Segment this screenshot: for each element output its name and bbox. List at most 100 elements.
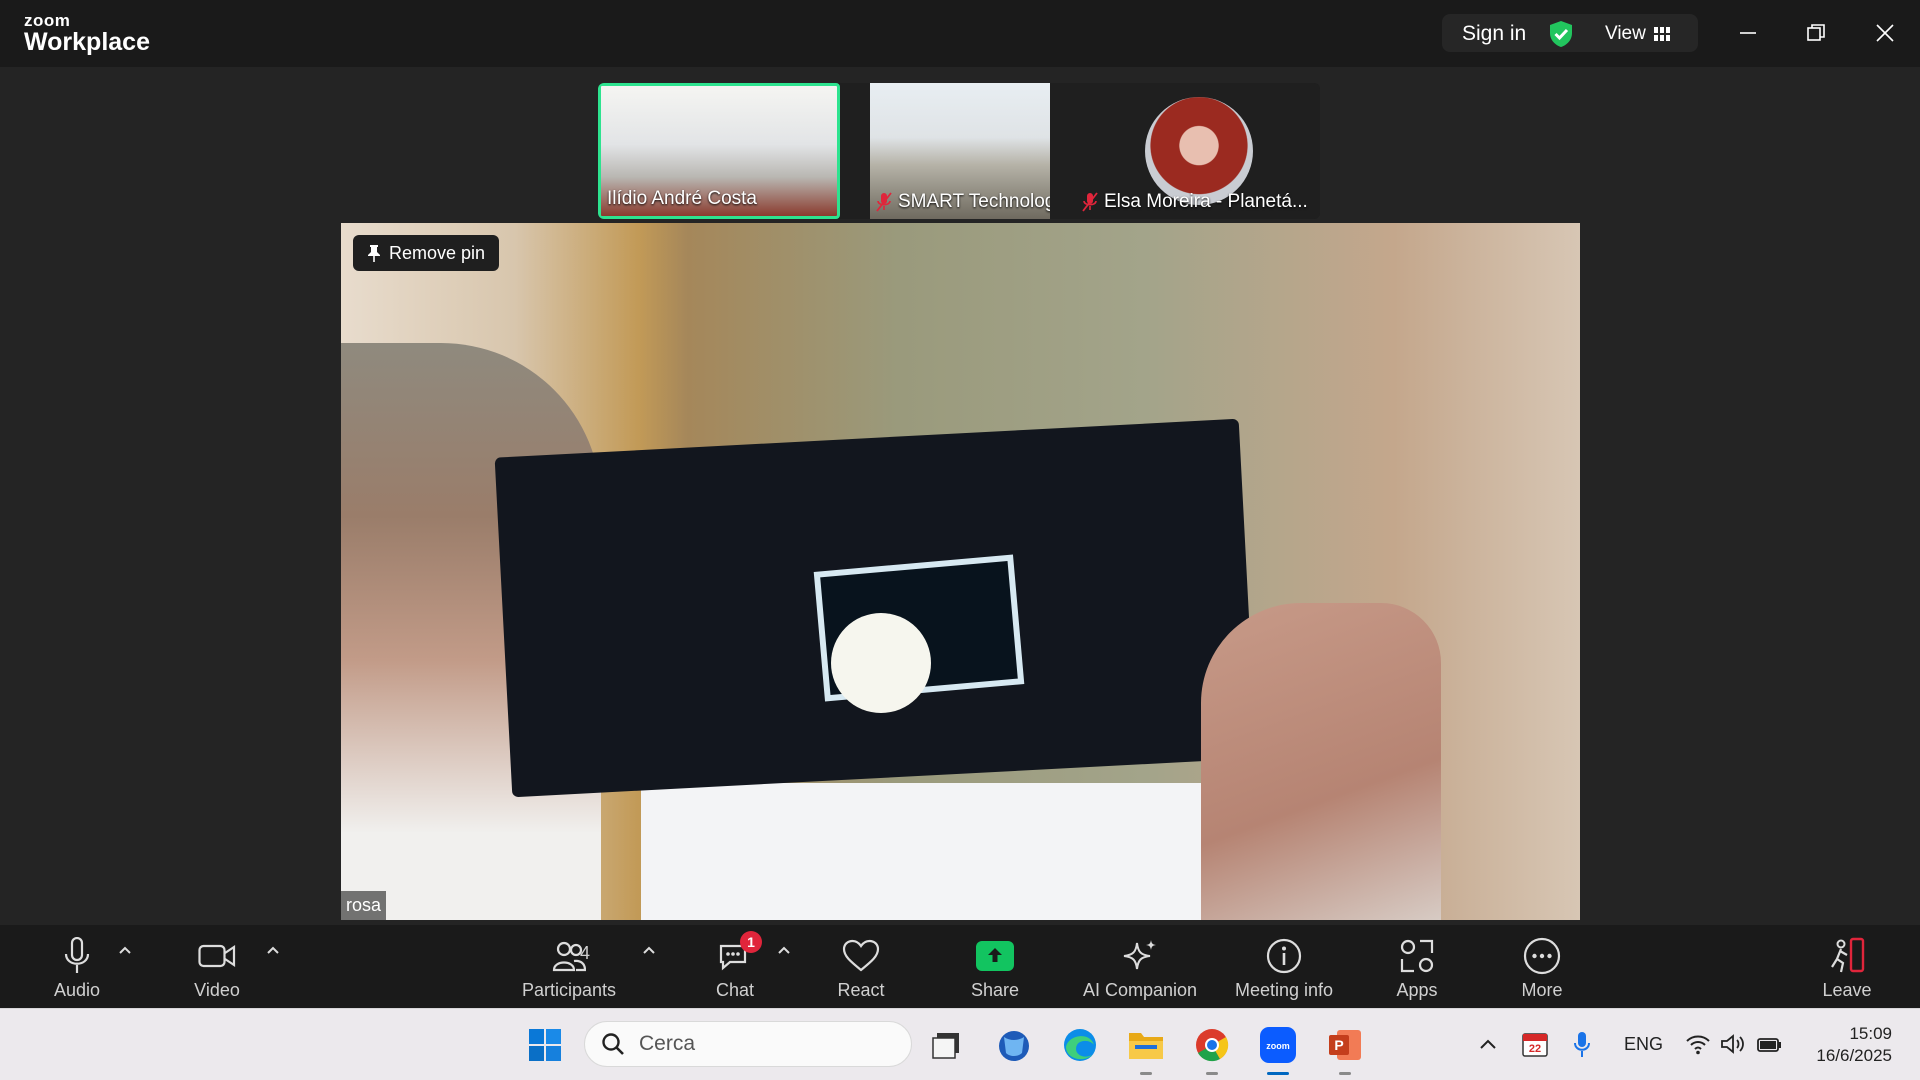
video-label: Video	[194, 980, 240, 1000]
task-view-icon	[932, 1033, 959, 1059]
calendar-day: 22	[1528, 1043, 1542, 1055]
battery-icon[interactable]	[1756, 1031, 1784, 1057]
start-button[interactable]	[525, 1025, 565, 1065]
calendar-tray-icon[interactable]: 22	[1522, 1031, 1548, 1057]
participant-name: Ilídio André Costa	[607, 188, 757, 209]
react-label: React	[837, 980, 885, 1000]
leave-button[interactable]: Leave	[1782, 935, 1912, 1001]
participant-name-row: SMART Technologies S...	[876, 191, 1050, 213]
taskbar-zoom[interactable]: zoom	[1258, 1025, 1298, 1075]
os-taskbar: Cerca zoom P 22 ENG 15:09 16/6/2025	[0, 1008, 1920, 1080]
audio-options-chevron-up-icon[interactable]	[118, 943, 132, 957]
close-icon	[1876, 24, 1894, 42]
taskbar-powerpoint[interactable]: P	[1325, 1025, 1365, 1075]
audio-label: Audio	[53, 980, 101, 1000]
apps-label: Apps	[1396, 980, 1438, 1000]
running-indicator	[1140, 1072, 1152, 1075]
microphone-tray-icon[interactable]	[1573, 1031, 1591, 1059]
tray-overflow-chevron-up-icon[interactable]	[1479, 1037, 1497, 1051]
chat-label: Chat	[715, 980, 755, 1000]
chat-unread-badge: 1	[740, 931, 762, 953]
apps-button[interactable]: Apps	[1352, 935, 1482, 1001]
title-actions: Sign in View	[1442, 14, 1698, 52]
ai-companion-sparkle-icon	[1123, 940, 1156, 970]
leave-icon	[1831, 937, 1865, 973]
meeting-toolbar: Audio Video 4 Participants 1 Chat React …	[0, 925, 1920, 1008]
view-label: View	[1605, 23, 1646, 44]
logo-top: zoom	[24, 11, 71, 30]
sign-in-button[interactable]: Sign in	[1462, 22, 1526, 46]
security-shield-icon[interactable]	[1548, 20, 1574, 48]
language-indicator[interactable]: ENG	[1624, 1034, 1663, 1055]
leave-label: Leave	[1822, 980, 1872, 1000]
participant-thumbnail-2[interactable]: SMART Technologies S...	[870, 83, 1050, 219]
view-button[interactable]: View	[1605, 23, 1670, 45]
volume-icon[interactable]	[1720, 1033, 1746, 1055]
video-participant-name: rosa	[341, 891, 387, 920]
video-camera-icon	[198, 944, 236, 968]
windows-start-icon	[529, 1029, 561, 1061]
ai-companion-label: AI Companion	[1082, 980, 1198, 1000]
taskbar-app-shield[interactable]	[994, 1025, 1034, 1065]
ai-companion-button[interactable]: AI Companion	[1075, 935, 1205, 1001]
video-content	[1201, 603, 1441, 920]
participant-thumbnail-3[interactable]: Elsa Moreira - Planetá...	[1076, 83, 1320, 219]
microphone-icon	[64, 937, 90, 973]
browser-shield-icon	[999, 1031, 1029, 1061]
taskbar-search[interactable]: Cerca	[584, 1021, 912, 1067]
more-button[interactable]: More	[1477, 935, 1607, 1001]
participant-thumbnail-1[interactable]: Ilídio André Costa	[598, 83, 840, 219]
search-placeholder: Cerca	[639, 1032, 696, 1055]
participants-count: 4	[580, 943, 591, 963]
wifi-icon[interactable]	[1685, 1033, 1711, 1055]
svg-text:P: P	[1334, 1037, 1343, 1053]
clock-date: 16/6/2025	[1816, 1046, 1892, 1065]
chrome-icon	[1196, 1029, 1229, 1062]
muted-mic-icon	[1082, 192, 1098, 212]
share-screen-icon	[976, 941, 1014, 971]
grid-view-icon	[1653, 27, 1670, 41]
heart-icon	[842, 939, 880, 972]
video-options-chevron-up-icon[interactable]	[266, 943, 280, 957]
restore-icon	[1807, 24, 1825, 41]
taskbar-chrome[interactable]	[1192, 1025, 1232, 1075]
logo-bottom: Workplace	[24, 28, 150, 56]
chat-options-chevron-up-icon[interactable]	[777, 943, 791, 957]
taskbar-task-view[interactable]	[926, 1025, 966, 1065]
apps-icon	[1400, 939, 1434, 973]
clock-time: 15:09	[1849, 1024, 1892, 1043]
react-button[interactable]: React	[796, 935, 926, 1001]
thumbnail-strip: Ilídio André Costa SMART Technologies S.…	[598, 83, 1320, 219]
active-indicator	[1267, 1072, 1289, 1075]
share-label: Share	[970, 980, 1020, 1000]
minimize-icon	[1740, 32, 1756, 34]
remove-pin-button[interactable]: Remove pin	[353, 235, 500, 271]
video-button[interactable]: Video	[152, 935, 282, 1001]
close-button[interactable]	[1868, 16, 1902, 50]
zoom-logo: zoom Workplace	[24, 12, 150, 55]
system-clock[interactable]: 15:09 16/6/2025	[1816, 1023, 1892, 1067]
participant-avatar	[1145, 97, 1253, 205]
running-indicator	[1339, 1072, 1351, 1075]
participants-options-chevron-up-icon[interactable]	[642, 943, 656, 957]
running-indicator	[1206, 1072, 1218, 1075]
taskbar-app-edge[interactable]	[1060, 1025, 1100, 1065]
meeting-area: Ilídio André Costa SMART Technologies S.…	[0, 67, 1920, 925]
muted-mic-icon	[876, 192, 892, 212]
minimize-button[interactable]	[1731, 16, 1765, 50]
participants-button[interactable]: 4 Participants	[504, 935, 634, 1001]
info-icon	[1266, 938, 1302, 974]
more-label: More	[1521, 980, 1563, 1000]
title-bar: zoom Workplace Sign in View	[0, 0, 1920, 67]
meeting-info-label: Meeting info	[1234, 980, 1334, 1000]
pin-icon	[368, 245, 380, 262]
share-button[interactable]: Share	[930, 935, 1060, 1001]
more-icon	[1523, 937, 1561, 975]
participants-label: Participants	[521, 980, 617, 1000]
restore-button[interactable]	[1799, 16, 1833, 50]
pinned-video[interactable]: Remove pin rosa	[341, 223, 1580, 920]
svg-text:zoom: zoom	[1266, 1041, 1290, 1051]
search-icon	[602, 1033, 624, 1055]
taskbar-file-explorer[interactable]	[1126, 1025, 1166, 1075]
meeting-info-button[interactable]: Meeting info	[1219, 935, 1349, 1001]
